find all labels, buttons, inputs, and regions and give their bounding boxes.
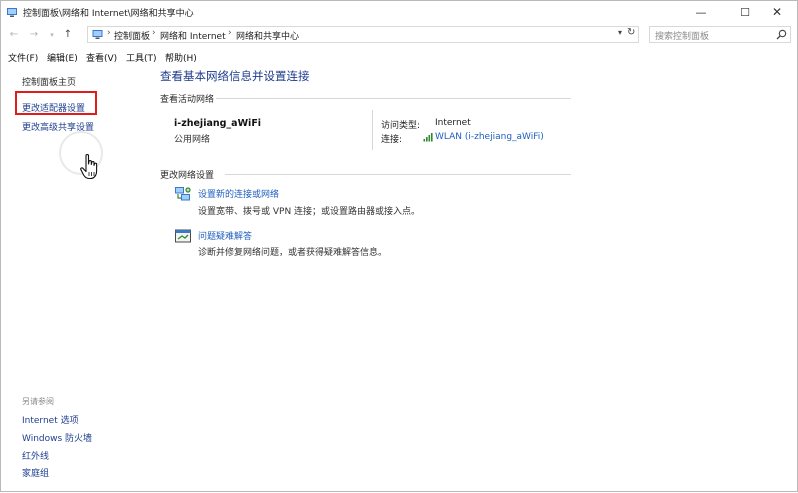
network-sharing-center-window: 控制面板\网络和 Internet\网络和共享中心 — ☐ ✕ ← → ▾ ↑ … (0, 0, 798, 492)
back-button[interactable]: ← (7, 28, 21, 42)
menu-bar: 文件(F) 编辑(E) 查看(V) 工具(T) 帮助(H) (1, 47, 797, 65)
network-name: i-zhejiang_aWiFi (174, 118, 262, 129)
change-adapter-settings-link[interactable]: 更改适配器设置 (22, 101, 85, 114)
recent-locations-dropdown[interactable]: ▾ (45, 28, 59, 42)
menu-file[interactable]: 文件(F) (8, 51, 38, 64)
setup-new-connection-description: 设置宽带、拨号或 VPN 连接；或设置路由器或接入点。 (198, 207, 421, 217)
new-connection-icon (175, 187, 191, 201)
wifi-signal-icon (423, 133, 433, 142)
menu-view[interactable]: 查看(V) (86, 51, 117, 64)
control-panel-icon (92, 30, 103, 39)
menu-edit[interactable]: 编辑(E) (47, 51, 78, 64)
control-panel-icon (7, 8, 17, 17)
troubleshoot-icon (175, 229, 191, 243)
refresh-icon[interactable]: ↻ (627, 27, 635, 38)
search-box[interactable]: 搜索控制面板 (649, 26, 791, 43)
address-bar[interactable]: › 控制面板 › 网络和 Internet › 网络和共享中心 ▾ ↻ (87, 26, 639, 43)
address-dropdown-icon[interactable]: ▾ (618, 28, 622, 37)
access-type-value: Internet (435, 118, 471, 128)
minimize-button[interactable]: — (685, 1, 717, 23)
title-bar: 控制面板\网络和 Internet\网络和共享中心 — ☐ ✕ (1, 1, 797, 23)
active-networks-heading: 查看活动网络 (160, 95, 215, 105)
hand-cursor-icon (80, 153, 98, 180)
vertical-divider (372, 110, 373, 150)
network-category[interactable]: 公用网络 (174, 132, 210, 145)
infrared-link[interactable]: 红外线 (22, 449, 49, 462)
close-button[interactable]: ✕ (761, 1, 793, 23)
breadcrumb-sharing-center[interactable]: 网络和共享中心 (236, 29, 299, 42)
forward-button[interactable]: → (27, 28, 41, 42)
internet-options-link[interactable]: Internet 选项 (22, 413, 79, 426)
menu-tools[interactable]: 工具(T) (126, 51, 157, 64)
breadcrumb-separator: › (152, 28, 156, 38)
see-also-heading: 另请参阅 (22, 397, 54, 406)
breadcrumb-separator: › (228, 28, 232, 38)
window-title: 控制面板\网络和 Internet\网络和共享中心 (23, 9, 194, 19)
windows-firewall-link[interactable]: Windows 防火墙 (22, 431, 92, 444)
setup-new-connection-link[interactable]: 设置新的连接或网络 (198, 187, 279, 200)
menu-help[interactable]: 帮助(H) (165, 51, 197, 64)
change-settings-heading: 更改网络设置 (160, 171, 215, 181)
troubleshoot-problems-description: 诊断并修复网络问题，或者获得疑难解答信息。 (198, 248, 388, 258)
troubleshoot-problems-link[interactable]: 问题疑难解答 (198, 229, 252, 242)
search-icon[interactable] (776, 29, 787, 40)
breadcrumb-separator: › (107, 28, 111, 38)
connections-label: 连接: (381, 135, 403, 145)
homegroup-link[interactable]: 家庭组 (22, 466, 49, 479)
page-title: 查看基本网络信息并设置连接 (160, 69, 310, 83)
access-type-label: 访问类型: (381, 121, 421, 131)
section-divider (225, 174, 571, 175)
breadcrumb-network-internet[interactable]: 网络和 Internet (160, 29, 226, 42)
wlan-connection-link[interactable]: WLAN (i-zhejiang_aWiFi) (435, 132, 544, 142)
section-divider (216, 98, 571, 99)
left-navigation-pane: 控制面板主页 更改适配器设置 更改高级共享设置 另请参阅 Internet 选项… (1, 65, 151, 493)
control-panel-home-link[interactable]: 控制面板主页 (22, 75, 76, 88)
breadcrumb-control-panel[interactable]: 控制面板 (114, 29, 150, 42)
address-row: ← → ▾ ↑ › 控制面板 › 网络和 Internet › 网络和共享中心 … (1, 23, 797, 46)
up-button[interactable]: ↑ (61, 28, 75, 42)
search-input[interactable]: 搜索控制面板 (655, 29, 709, 42)
maximize-button[interactable]: ☐ (729, 1, 761, 23)
